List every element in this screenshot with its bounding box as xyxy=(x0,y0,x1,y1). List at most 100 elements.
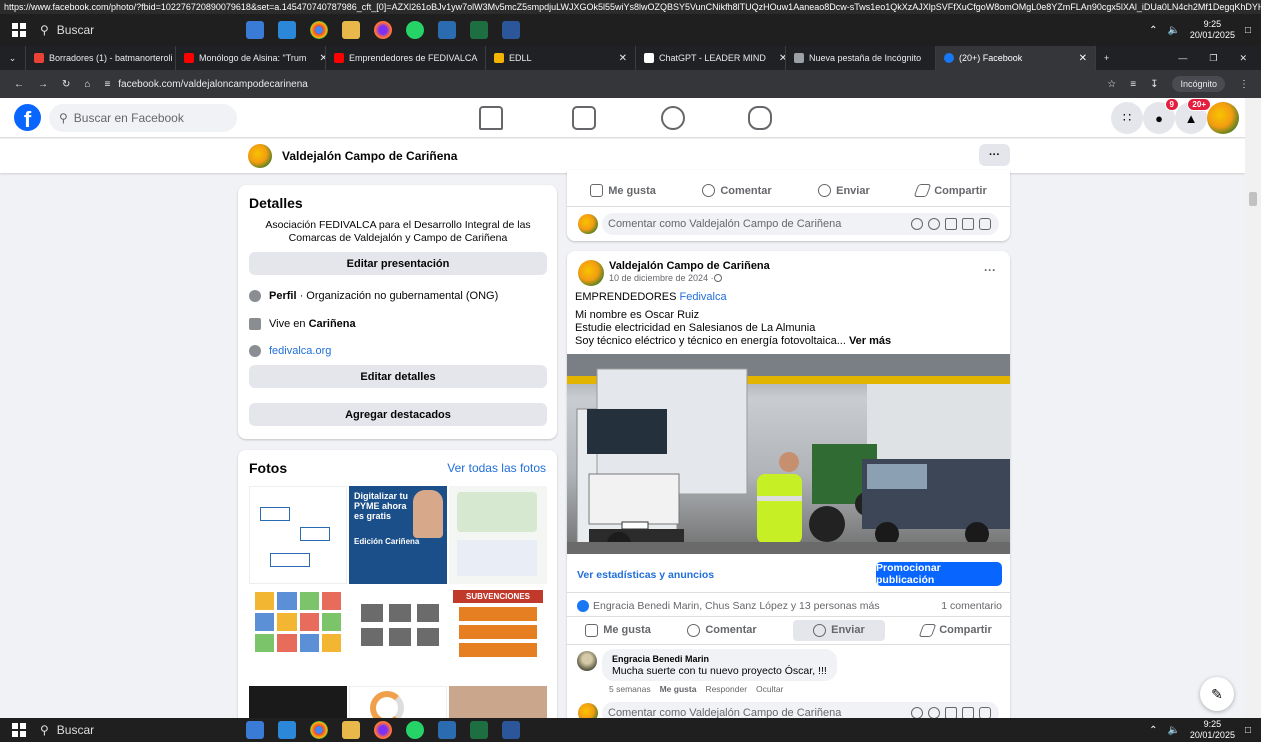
comment-button[interactable]: Comentar xyxy=(687,623,757,637)
groups-nav-icon[interactable] xyxy=(661,106,685,130)
comment-button[interactable]: Comentar xyxy=(702,184,772,197)
comment-author[interactable]: Engracia Benedi Marin xyxy=(612,653,827,665)
whatsapp-icon[interactable] xyxy=(406,721,424,739)
incognito-badge[interactable]: Incógnito xyxy=(1172,76,1225,92)
tab-search-list-icon[interactable]: ≡ xyxy=(1130,79,1136,90)
volume-icon[interactable]: 🔈 xyxy=(1167,725,1179,736)
sticker-icon[interactable] xyxy=(979,218,991,230)
photo-tile-flowchart[interactable] xyxy=(249,486,347,584)
share-button[interactable]: Compartir xyxy=(913,184,987,197)
comment-input[interactable]: Comentar como Valdejalón Campo de Cariñe… xyxy=(602,213,999,235)
notifications-button[interactable]: ▲ 20+ xyxy=(1175,98,1211,134)
file-explorer-icon[interactable] xyxy=(246,21,264,39)
lives-city[interactable]: Cariñena xyxy=(309,318,356,330)
close-tab-icon[interactable]: ✕ xyxy=(1071,53,1087,64)
tab-incognito[interactable]: Nueva pestaña de Incógnito ✕ xyxy=(786,46,936,70)
excel-icon[interactable] xyxy=(470,721,488,739)
close-tab-icon[interactable]: ✕ xyxy=(771,53,785,64)
notification-center-icon[interactable]: □ xyxy=(1245,725,1251,736)
windows-start-icon[interactable] xyxy=(12,723,26,737)
url-input[interactable]: ≡ facebook.com/valdejaloncampodecarinena xyxy=(104,73,1094,95)
photo-tile-qr[interactable] xyxy=(349,586,447,680)
windows-start-icon[interactable] xyxy=(12,23,26,37)
page-avatar[interactable] xyxy=(248,144,272,168)
whatsapp-icon[interactable] xyxy=(406,21,424,39)
chrome-icon[interactable] xyxy=(310,21,328,39)
camera-icon[interactable] xyxy=(945,218,957,230)
volume-icon[interactable]: 🔈 xyxy=(1167,25,1179,36)
photo-tile-digitalizar[interactable]: Digitalizar tu PYME ahora es gratis Edic… xyxy=(349,486,447,584)
post-author-avatar[interactable] xyxy=(578,260,604,286)
notification-center-icon[interactable]: □ xyxy=(1245,25,1251,36)
close-tab-icon[interactable]: ✕ xyxy=(611,53,627,64)
tab-search-icon[interactable]: ⌄ xyxy=(0,46,26,70)
avatar-sticker-icon[interactable] xyxy=(911,218,923,230)
photos-icon[interactable] xyxy=(438,21,456,39)
promote-post-button[interactable]: Promocionar publicación xyxy=(876,562,1002,586)
word-icon[interactable] xyxy=(502,21,520,39)
word-icon[interactable] xyxy=(502,721,520,739)
firefox-icon[interactable] xyxy=(374,721,392,739)
taskbar-clock[interactable]: 9:25 20/01/2025 xyxy=(1190,19,1235,41)
page-scrollbar[interactable] xyxy=(1245,98,1261,718)
tab-gmail[interactable]: Borradores (1) - batmanorteroli✕ xyxy=(26,46,176,70)
file-explorer-icon[interactable] xyxy=(246,721,264,739)
add-featured-button[interactable]: Agregar destacados xyxy=(249,403,547,426)
like-button[interactable]: Me gusta xyxy=(590,184,656,197)
scrollbar-thumb[interactable] xyxy=(1249,192,1257,206)
gif-icon[interactable] xyxy=(962,218,974,230)
comment-time[interactable]: 5 semanas xyxy=(609,684,651,694)
marketplace-nav-icon[interactable] xyxy=(572,106,596,130)
like-button[interactable]: Me gusta xyxy=(585,623,651,637)
menu-grid-button[interactable]: ∷ xyxy=(1111,102,1143,134)
tab-chatgpt[interactable]: ChatGPT - LEADER MIND ✕ xyxy=(636,46,786,70)
site-info-icon[interactable]: ≡ xyxy=(104,79,110,90)
browser-menu-icon[interactable]: ⋮ xyxy=(1239,79,1261,90)
page-more-button[interactable]: ··· xyxy=(979,144,1010,166)
messenger-button[interactable]: ● 9 xyxy=(1143,98,1179,134)
emoji-icon[interactable] xyxy=(928,218,940,230)
post-tag-link[interactable]: Fedivalca xyxy=(680,291,727,303)
folder-icon[interactable] xyxy=(342,21,360,39)
new-message-button[interactable]: ✎ xyxy=(1200,677,1234,711)
forward-arrow-icon[interactable]: → xyxy=(38,79,48,90)
bookmark-star-icon[interactable]: ☆ xyxy=(1107,79,1116,90)
folder-icon[interactable] xyxy=(342,721,360,739)
send-button[interactable]: Enviar xyxy=(818,184,870,197)
tab-emprendedores[interactable]: Emprendedores de FEDIVALCA✕ xyxy=(326,46,486,70)
website-link[interactable]: fedivalca.org xyxy=(269,345,331,357)
taskbar-clock[interactable]: 9:25 20/01/2025 xyxy=(1190,719,1235,741)
page-name[interactable]: Valdejalón Campo de Cariñena xyxy=(282,149,457,163)
chrome-icon[interactable] xyxy=(310,721,328,739)
photo-tile-map[interactable] xyxy=(449,486,547,584)
post-date[interactable]: 10 de diciembre de 2024 · xyxy=(609,273,714,283)
photos-icon[interactable] xyxy=(438,721,456,739)
home-nav-icon[interactable] xyxy=(479,106,503,130)
edit-details-button[interactable]: Editar detalles xyxy=(249,365,547,388)
tray-chevron-icon[interactable]: ⌃ xyxy=(1149,25,1157,36)
see-all-photos-link[interactable]: Ver todas las fotos xyxy=(447,461,546,475)
outlook-icon[interactable] xyxy=(278,21,296,39)
reload-icon[interactable]: ↻ xyxy=(62,79,70,90)
close-tab-icon[interactable]: ✕ xyxy=(926,53,935,64)
profile-avatar[interactable] xyxy=(1207,102,1239,134)
gaming-nav-icon[interactable] xyxy=(748,106,772,130)
tab-youtube[interactable]: Monólogo de Alsina: "Trum ✕ xyxy=(176,46,326,70)
comment-like-button[interactable]: Me gusta xyxy=(660,684,697,694)
tab-edll[interactable]: EDLL ✕ xyxy=(486,46,636,70)
reactions-summary[interactable]: Engracia Benedi Marin, Chus Sanz López y… xyxy=(577,600,880,612)
post-author[interactable]: Valdejalón Campo de Cariñena xyxy=(609,260,770,272)
photo-tile-grid[interactable] xyxy=(249,586,347,680)
taskbar-search[interactable]: ⚲ Buscar xyxy=(40,723,210,737)
comment-reply-button[interactable]: Responder xyxy=(705,684,747,694)
share-button[interactable]: Compartir xyxy=(918,623,992,637)
edit-bio-button[interactable]: Editar presentación xyxy=(249,252,547,275)
close-window-icon[interactable]: ✕ xyxy=(1239,53,1247,64)
photo-tile-subvenciones[interactable]: SUBVENCIONES xyxy=(449,586,547,680)
stats-ads-link[interactable]: Ver estadísticas y anuncios xyxy=(577,569,714,581)
minimize-icon[interactable]: — xyxy=(1178,53,1187,64)
home-icon[interactable]: ⌂ xyxy=(84,79,90,90)
comment-hide-button[interactable]: Ocultar xyxy=(756,684,783,694)
comment-count[interactable]: 1 comentario xyxy=(941,600,1002,612)
facebook-search-input[interactable]: ⚲ Buscar en Facebook xyxy=(49,103,237,132)
